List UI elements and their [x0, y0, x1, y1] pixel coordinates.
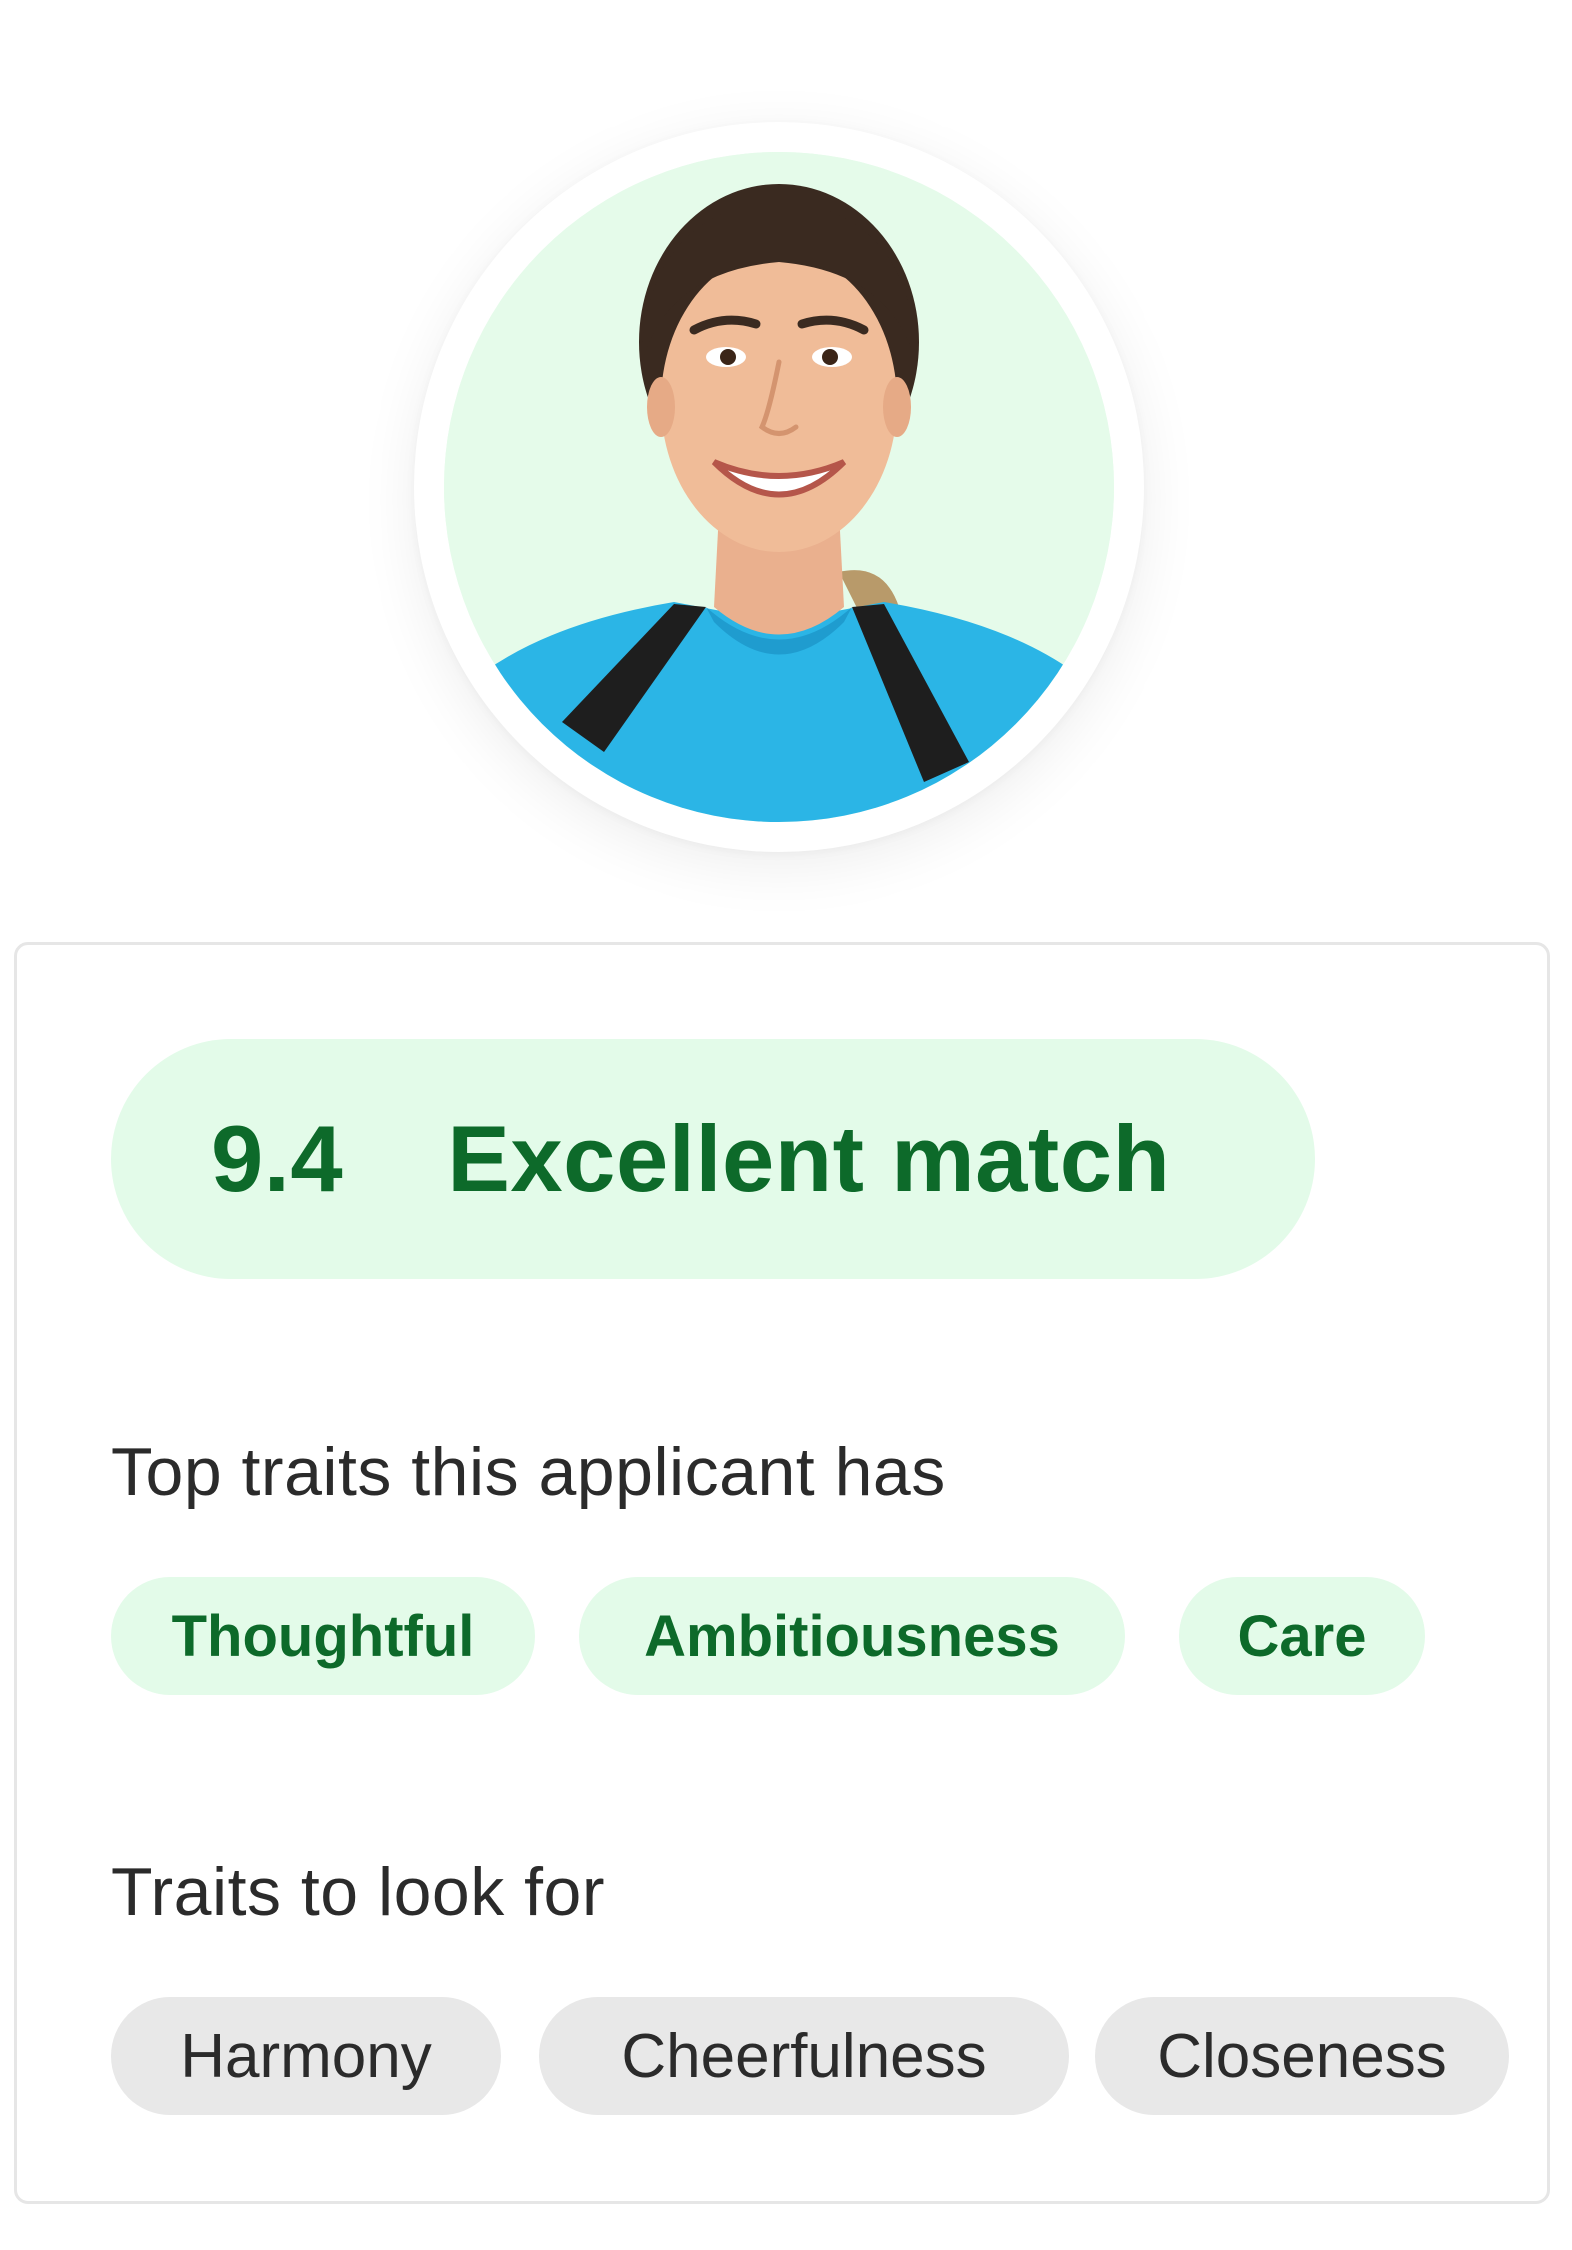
trait-chip-thoughtful: Thoughtful	[111, 1577, 535, 1695]
traits-to-look-for-list: Harmony Cheerfulness Closeness	[111, 1997, 1509, 2115]
top-traits-list: Thoughtful Ambitiousness Care	[111, 1577, 1425, 1695]
applicant-photo	[444, 152, 1114, 822]
trait-chip-ambitiousness: Ambitiousness	[579, 1577, 1125, 1695]
trait-chip-cheerfulness: Cheerfulness	[539, 1997, 1069, 2115]
top-traits-heading: Top traits this applicant has	[111, 1434, 946, 1510]
trait-chip-closeness: Closeness	[1095, 1997, 1509, 2115]
match-score-badge: 9.4 Excellent match	[111, 1039, 1315, 1279]
applicant-match-card: 9.4 Excellent match Top traits this appl…	[14, 942, 1550, 2204]
match-score-value: 9.4	[211, 1106, 344, 1211]
match-score-label: Excellent match	[447, 1106, 1171, 1211]
trait-chip-harmony: Harmony	[111, 1997, 501, 2115]
trait-chip-care: Care	[1179, 1577, 1425, 1695]
traits-to-look-for-heading: Traits to look for	[111, 1854, 605, 1930]
applicant-avatar	[444, 152, 1114, 822]
